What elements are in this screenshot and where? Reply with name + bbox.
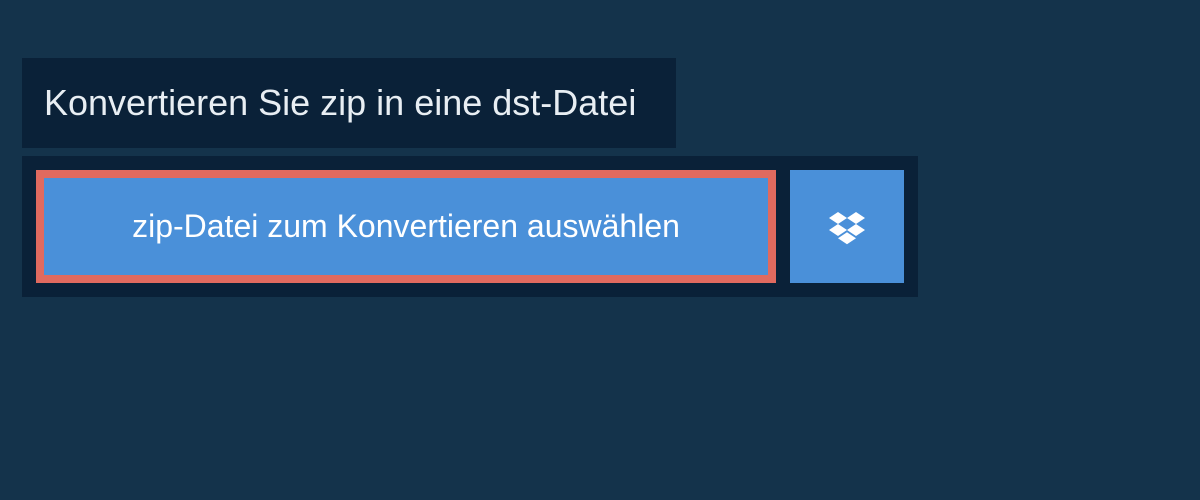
dropbox-button[interactable] bbox=[790, 170, 904, 283]
page-title: Konvertieren Sie zip in eine dst-Datei bbox=[44, 82, 636, 124]
select-file-button[interactable]: zip-Datei zum Konvertieren auswählen bbox=[36, 170, 776, 283]
select-file-label: zip-Datei zum Konvertieren auswählen bbox=[132, 208, 680, 245]
upload-row: zip-Datei zum Konvertieren auswählen bbox=[22, 156, 918, 297]
dropbox-icon bbox=[829, 209, 865, 245]
title-bar: Konvertieren Sie zip in eine dst-Datei bbox=[22, 58, 676, 148]
converter-panel: Konvertieren Sie zip in eine dst-Datei z… bbox=[0, 0, 1200, 297]
